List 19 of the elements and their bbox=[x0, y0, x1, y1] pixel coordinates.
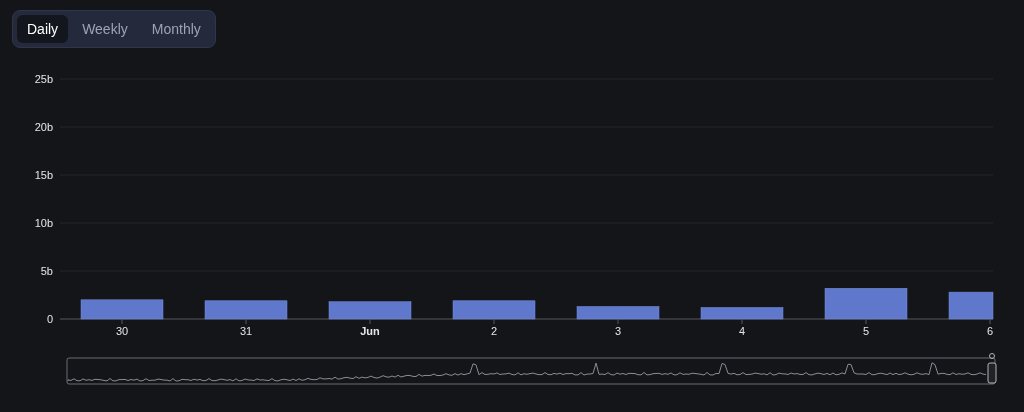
period-tab[interactable]: Monthly bbox=[141, 15, 211, 43]
range-slider[interactable] bbox=[66, 357, 996, 385]
x-axis-label: 2 bbox=[490, 325, 498, 337]
period-tab[interactable]: Daily bbox=[17, 15, 69, 43]
slider-handle[interactable] bbox=[987, 353, 997, 384]
y-axis-label: 20b bbox=[34, 121, 53, 133]
x-axis-label: 5 bbox=[862, 325, 870, 337]
y-axis-label: 0 bbox=[46, 313, 53, 325]
x-axis-label: 31 bbox=[239, 325, 253, 337]
x-axis-label: 30 bbox=[115, 325, 129, 337]
y-axis-label: 5b bbox=[40, 265, 53, 277]
period-tab[interactable]: Weekly bbox=[72, 15, 138, 43]
y-axis-label: 25b bbox=[34, 73, 53, 85]
x-axis-label: 3 bbox=[614, 325, 622, 337]
x-axis-label: 6 bbox=[986, 325, 994, 337]
x-axis-label: 4 bbox=[738, 325, 746, 337]
y-axis-label: 10b bbox=[34, 217, 53, 229]
x-axis-label: Jun bbox=[360, 325, 380, 337]
y-axis-label: 15b bbox=[34, 169, 53, 181]
